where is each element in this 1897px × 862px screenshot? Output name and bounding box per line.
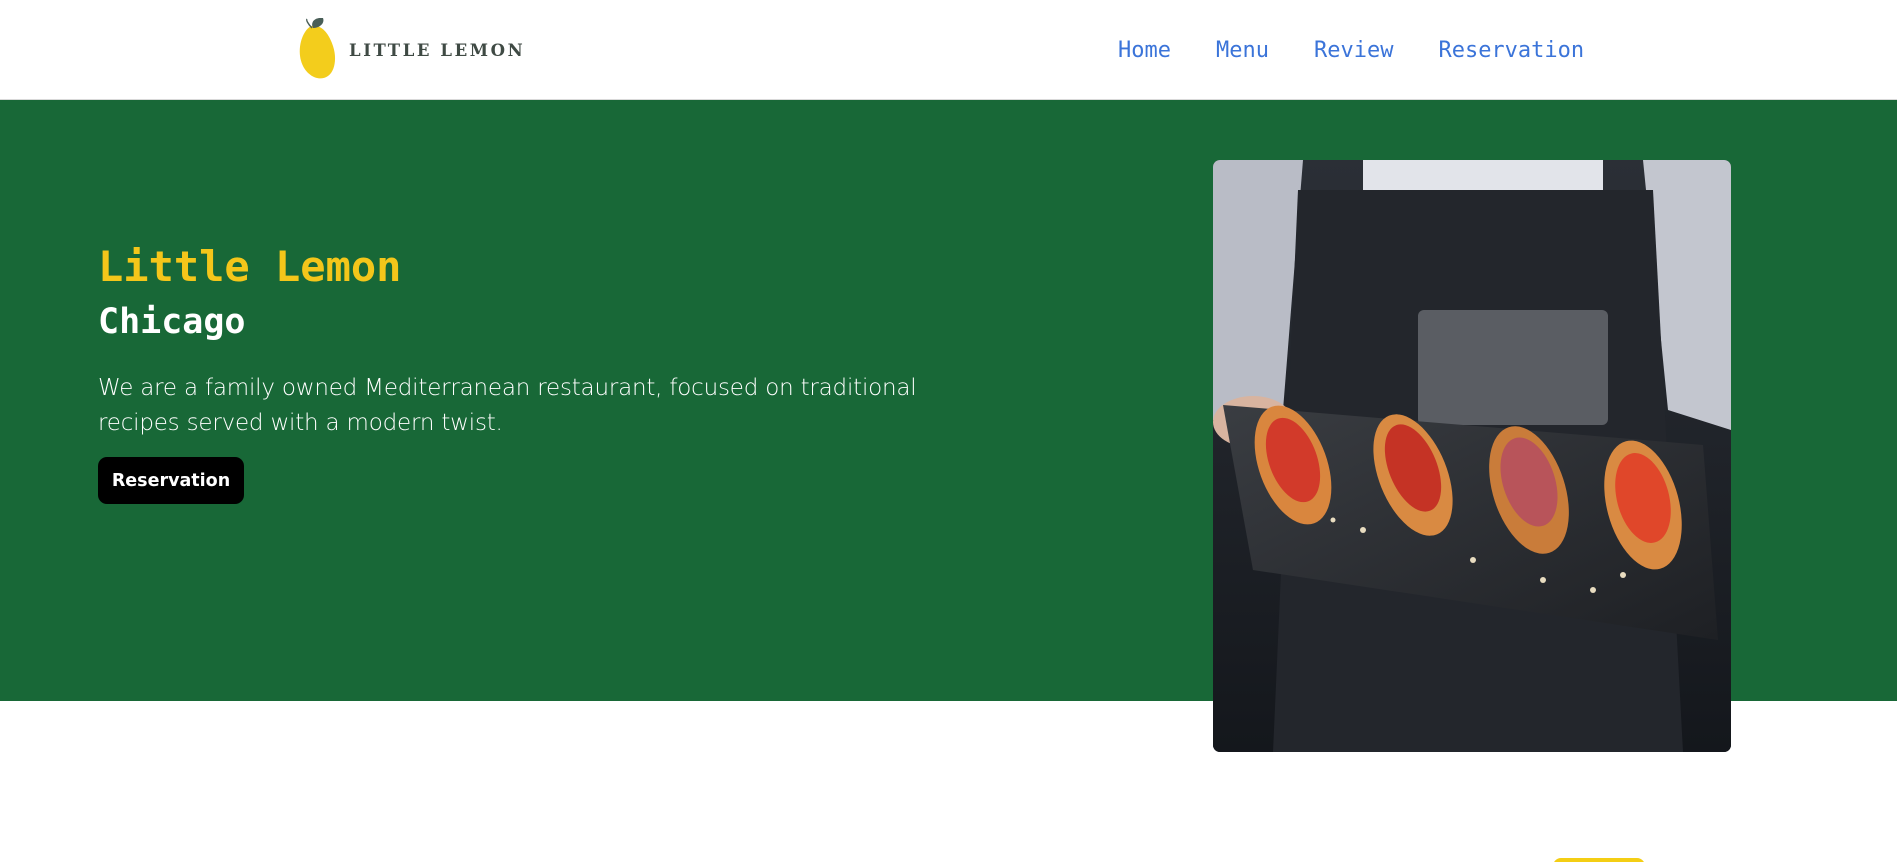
nav-review[interactable]: Review: [1314, 34, 1393, 68]
yellow-badge: [1553, 858, 1645, 862]
hero-description: We are a family owned Mediterranean rest…: [98, 375, 917, 436]
nav-menu[interactable]: Menu: [1216, 34, 1269, 68]
lemon-logo-icon: [297, 18, 337, 82]
hero-food-image: [1213, 160, 1731, 752]
hero-subtitle: Chicago: [98, 302, 246, 342]
reservation-button[interactable]: Reservation: [98, 457, 244, 504]
main-nav: Home Menu Review Reservation: [1118, 34, 1584, 68]
logo-link[interactable]: LITTLE LEMON: [297, 18, 525, 82]
site-header: LITTLE LEMON Home Menu Review Reservatio…: [0, 0, 1897, 100]
nav-home[interactable]: Home: [1118, 34, 1171, 68]
logo-text: LITTLE LEMON: [349, 40, 526, 60]
nav-reservation[interactable]: Reservation: [1438, 34, 1584, 68]
hero-title: Little Lemon: [98, 242, 402, 291]
